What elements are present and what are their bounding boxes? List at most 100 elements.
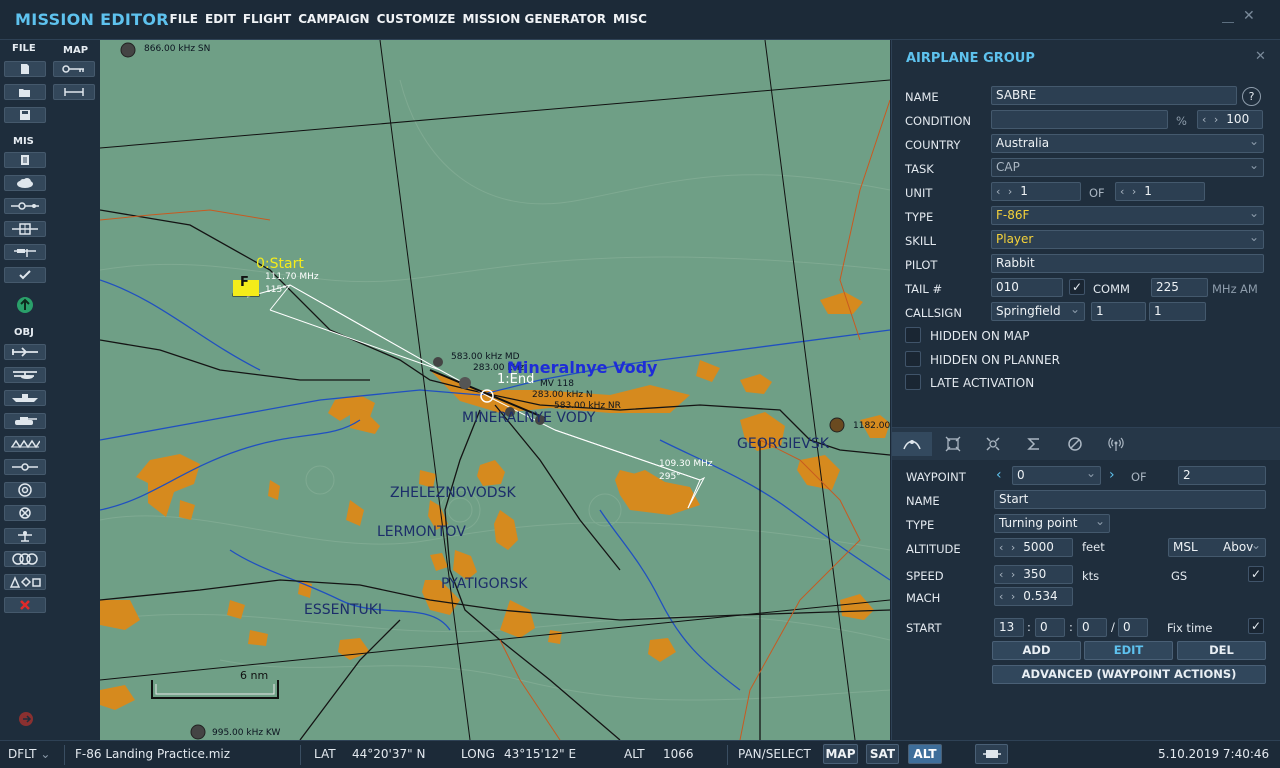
- menu-edit[interactable]: EDIT: [202, 12, 240, 26]
- stepper-icon[interactable]: ‹ ›: [1120, 185, 1138, 198]
- delete-button[interactable]: [4, 597, 46, 613]
- unit-stepper[interactable]: ‹ › 1: [991, 182, 1081, 201]
- add-shapes-button[interactable]: [4, 574, 46, 590]
- mach-stepper[interactable]: ‹ › 0.534: [994, 587, 1073, 606]
- add-target-button[interactable]: [4, 482, 46, 498]
- exit-icon[interactable]: [18, 711, 34, 727]
- skill-select[interactable]: Player ⌄: [991, 230, 1264, 249]
- weather-button[interactable]: [4, 175, 46, 191]
- measure-button[interactable]: [53, 84, 95, 100]
- add-bullseye-button[interactable]: [4, 528, 46, 544]
- stepper-icon[interactable]: ‹ ›: [999, 568, 1017, 581]
- hidden-on-planner-checkbox[interactable]: [905, 351, 921, 367]
- waypoint-type-select[interactable]: Turning point ⌄: [994, 514, 1110, 533]
- start-minute-input[interactable]: 0: [1077, 618, 1107, 637]
- condition-slider[interactable]: [991, 110, 1168, 129]
- mode-select[interactable]: DFLT ⌄: [8, 747, 50, 761]
- late-activation-checkbox[interactable]: [905, 374, 921, 390]
- altitude-stepper[interactable]: ‹ › 5000: [994, 538, 1073, 557]
- callsign-number-1[interactable]: 1: [1091, 302, 1146, 321]
- menu-mission-generator[interactable]: MISSION GENERATOR: [459, 12, 610, 26]
- minimize-button[interactable]: [1222, 11, 1234, 23]
- menu-campaign[interactable]: CAMPAIGN: [295, 12, 373, 26]
- start-second-input[interactable]: 0: [1118, 618, 1148, 637]
- add-zone-button[interactable]: [4, 551, 46, 567]
- sat-mode-button[interactable]: SAT: [866, 744, 899, 764]
- waypoint-start-label[interactable]: 0:Start: [256, 256, 304, 272]
- add-navpoint-button[interactable]: [4, 459, 46, 475]
- delete-waypoint-button[interactable]: DEL: [1177, 641, 1266, 660]
- waypoint-name-input[interactable]: Start: [994, 490, 1266, 509]
- tab-failures[interactable]: [1055, 432, 1095, 456]
- add-static-button[interactable]: [4, 436, 46, 452]
- waypoint-select[interactable]: 0 ⌄: [1012, 466, 1101, 485]
- add-initial-point-button[interactable]: [4, 505, 46, 521]
- start-day-input[interactable]: 13: [994, 618, 1024, 637]
- stepper-icon[interactable]: ‹ ›: [996, 185, 1014, 198]
- tab-payload[interactable]: [973, 432, 1013, 456]
- add-airplane-button[interactable]: [4, 344, 46, 360]
- new-file-button[interactable]: [4, 61, 46, 77]
- altitude-reference-select[interactable]: MSL Abov ⌄: [1168, 538, 1266, 557]
- type-select[interactable]: F-86F ⌄: [991, 206, 1264, 225]
- unit-total-stepper[interactable]: ‹ › 1: [1115, 182, 1205, 201]
- map-canvas[interactable]: [100, 40, 890, 740]
- map-view[interactable]: 866.00 kHz SN 995.00 kHz KW 1182.00 583.…: [100, 40, 890, 740]
- goals-button[interactable]: [4, 221, 46, 237]
- briefing-button[interactable]: [4, 152, 46, 168]
- stepper-icon[interactable]: ‹ ›: [999, 541, 1017, 554]
- next-waypoint-button[interactable]: ›: [1109, 467, 1115, 483]
- stepper-icon[interactable]: ‹ ›: [1202, 113, 1220, 126]
- callsign-select[interactable]: Springfield ⌄: [991, 302, 1085, 321]
- menu-file[interactable]: FILE: [166, 12, 202, 26]
- check-mission-button[interactable]: [4, 267, 46, 283]
- condition-input[interactable]: ‹ › 100: [1197, 110, 1263, 129]
- gs-checkbox[interactable]: ✓: [1248, 566, 1264, 582]
- pin-up-icon[interactable]: [16, 296, 34, 314]
- comm-input[interactable]: 225: [1151, 278, 1208, 297]
- filter-button[interactable]: [975, 744, 1008, 764]
- airfield-label[interactable]: Mineralnye Vody: [507, 358, 657, 377]
- start-hour-input[interactable]: 0: [1035, 618, 1065, 637]
- speed-stepper[interactable]: ‹ › 350: [994, 565, 1073, 584]
- advanced-waypoint-actions-button[interactable]: ADVANCED (WAYPOINT ACTIONS): [992, 665, 1266, 684]
- task-select[interactable]: CAP ⌄: [991, 158, 1264, 177]
- alt-mode-button[interactable]: ALT: [908, 744, 942, 764]
- comm-modulation[interactable]: AM: [1240, 282, 1258, 296]
- tab-summary[interactable]: [1014, 432, 1054, 456]
- save-button[interactable]: [4, 107, 46, 123]
- tail-checkbox[interactable]: ✓: [1069, 279, 1085, 295]
- prev-waypoint-button[interactable]: ‹: [996, 467, 1002, 483]
- close-panel-button[interactable]: ✕: [1255, 49, 1266, 64]
- speed-unit[interactable]: kts: [1082, 569, 1099, 583]
- stepper-icon[interactable]: ‹ ›: [999, 590, 1017, 603]
- pilot-input[interactable]: Rabbit: [991, 254, 1264, 273]
- help-button[interactable]: ?: [1242, 87, 1261, 106]
- flags-button[interactable]: [4, 244, 46, 260]
- add-ship-button[interactable]: [4, 390, 46, 406]
- add-ground-unit-button[interactable]: [4, 413, 46, 429]
- add-waypoint-button[interactable]: ADD: [992, 641, 1081, 660]
- edit-waypoint-button[interactable]: EDIT: [1084, 641, 1173, 660]
- menu-flight[interactable]: FLIGHT: [239, 12, 294, 26]
- map-mode-button[interactable]: MAP: [823, 744, 858, 764]
- add-helicopter-button[interactable]: [4, 367, 46, 383]
- menu-customize[interactable]: CUSTOMIZE: [373, 12, 459, 26]
- tab-radio[interactable]: [1096, 432, 1136, 456]
- hidden-on-map-checkbox[interactable]: [905, 327, 921, 343]
- scale-label: 6 nm: [240, 669, 269, 682]
- fix-time-checkbox[interactable]: ✓: [1248, 618, 1264, 634]
- callsign-number-2[interactable]: 1: [1149, 302, 1206, 321]
- open-button[interactable]: [4, 84, 46, 100]
- tail-input[interactable]: 010: [991, 278, 1063, 297]
- waypoint-start-marker[interactable]: F: [240, 275, 249, 290]
- map-key-button[interactable]: [53, 61, 95, 77]
- country-select[interactable]: Australia ⌄: [991, 134, 1264, 153]
- close-window-button[interactable]: ✕: [1243, 8, 1255, 24]
- tab-targets[interactable]: [933, 432, 973, 456]
- triggers-button[interactable]: [4, 198, 46, 214]
- menu-misc[interactable]: MISC: [610, 12, 651, 26]
- tab-route[interactable]: [892, 432, 932, 456]
- name-input[interactable]: SABRE: [991, 86, 1237, 105]
- pan-select-label[interactable]: PAN/SELECT: [738, 747, 811, 761]
